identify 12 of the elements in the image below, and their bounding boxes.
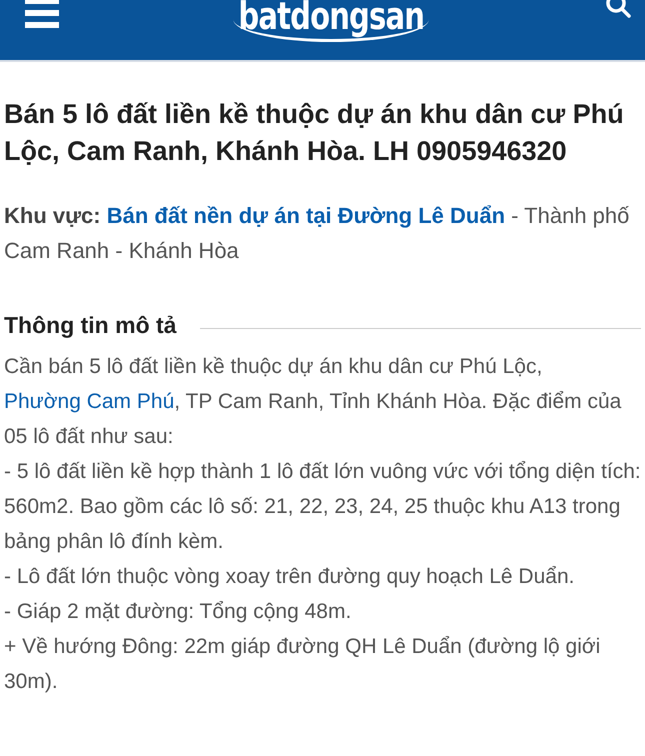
description-line: + Về hướng Đông: 22m giáp đường QH Lê Duẩn (đường lộ giới 30m).	[4, 634, 602, 695]
ward-link[interactable]: Phường Cam Phú	[4, 390, 174, 413]
description-line: - 5 lô đất liền kề hợp thành 1 lô đất lớn vuông vức với tổng diện tích: 560m2. Bao gồm các lô số: 21, 22, 23, 24, 25 thuộc khu A13 trong bảng phân lô đính kèm.	[4, 459, 641, 555]
listing-title: Bán 5 lô đất liền kề thuộc dự án khu dân cư Phú Lộc, Cam Ranh, Khánh Hòa. LH 0905946320	[4, 98, 625, 168]
description-paragraph: Cần bán 5 lô đất liền kề thuộc dự án khu dân cư Phú Lộc, Phường Cam Phú, TP Cam Ranh, Tỉnh Khánh Hòa. Đặc điểm của 05 lô đất như sau:	[4, 354, 622, 450]
area-link[interactable]: Bán đất nền dự án tại Đường Lê Duẩn	[106, 203, 506, 228]
description-line: - Giáp 2 mặt đường: Tổng cộng 48m.	[4, 599, 352, 625]
description-line: - Lô đất lớn thuộc vòng xoay trên đường quy hoạch Lê Duẩn.	[4, 564, 576, 590]
area-text: Khu vực: Bán đất nền dự án tại Đường Lê Duẩn - Thành phố Cam Ranh - Khánh Hòa	[4, 202, 630, 265]
section-heading: Thông tin mô tả	[4, 312, 176, 339]
menu-icon[interactable]	[25, 0, 59, 28]
search-icon[interactable]	[604, 0, 632, 19]
